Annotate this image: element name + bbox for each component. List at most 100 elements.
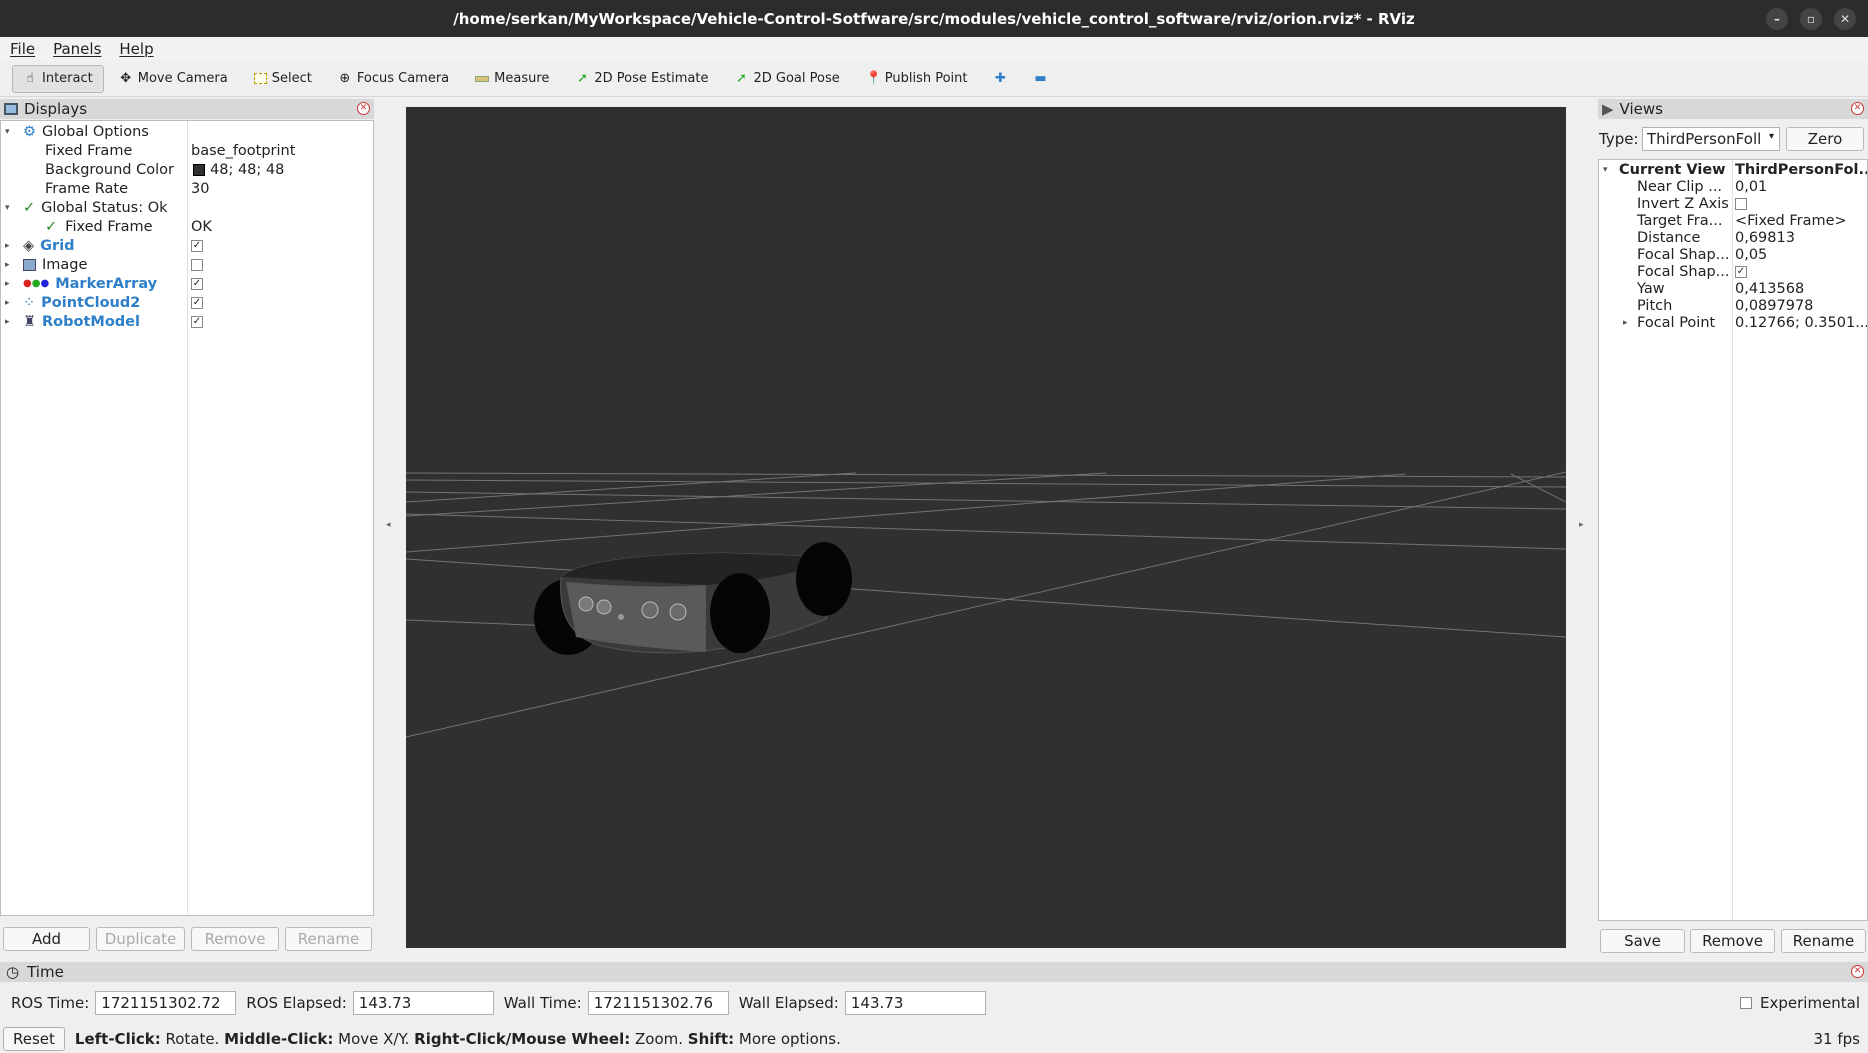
add-tool-button[interactable]: ✚ (982, 65, 1018, 93)
checkbox[interactable]: ✓ (191, 277, 203, 290)
ros-time-label: ROS Time: (11, 994, 90, 1012)
status-fixed-frame-row[interactable]: ✓ Fixed Frame (45, 217, 153, 236)
global-status-row[interactable]: ▾ ✓ Global Status: Ok (5, 198, 168, 217)
grid-checkbox[interactable]: ✓ (191, 236, 203, 255)
hint-text: Rotate. (160, 1030, 225, 1048)
focal-point-value[interactable]: 0.12766; 0.3501... (1735, 313, 1867, 332)
collapse-left-icon[interactable]: ◂ (386, 520, 391, 530)
checkbox[interactable] (1735, 197, 1747, 210)
map-pin-icon: 📍 (865, 70, 882, 86)
expand-arrow-icon[interactable]: ▾ (5, 203, 15, 213)
hint-key: Middle-Click: (224, 1030, 334, 1048)
dropdown-arrow-icon: ▾ (1768, 131, 1774, 142)
focus-icon: ⊕ (339, 70, 351, 86)
global-options-row[interactable]: ▾ ⚙ Global Options (5, 122, 149, 141)
rename-display-button[interactable]: Rename (285, 927, 372, 951)
toolbar: ☝ Interact ✥ Move Camera Select ⊕ Focus Cam… (0, 61, 1868, 97)
robotmodel-checkbox[interactable]: ✓ (191, 312, 203, 331)
point-cloud-icon: ⁘ (23, 294, 36, 311)
ros-elapsed-field[interactable]: 143.73 (352, 991, 494, 1015)
displays-title: Displays (24, 100, 88, 118)
publish-point-tool[interactable]: 📍 Publish Point (855, 65, 979, 93)
wall-elapsed-field[interactable]: 143.73 (844, 991, 986, 1015)
collapse-arrow-icon[interactable]: ▸ (5, 298, 15, 308)
status-fixed-frame-value: OK (191, 218, 212, 235)
add-button[interactable]: Add (3, 927, 90, 951)
collapse-arrow-icon[interactable]: ▸ (5, 279, 15, 289)
measure-tool[interactable]: Measure (464, 65, 560, 93)
display-item-image[interactable]: ▸ Image (5, 255, 87, 274)
3d-viewport[interactable] (406, 107, 1566, 948)
remove-display-button[interactable]: Remove (191, 927, 279, 951)
fixed-frame-value[interactable]: base_footprint (191, 141, 295, 160)
hint-text: Zoom. (630, 1030, 688, 1048)
robot-icon: ♜ (23, 313, 36, 330)
duplicate-button[interactable]: Duplicate (96, 927, 185, 951)
checkbox[interactable]: ✓ (191, 239, 203, 252)
close-panel-icon[interactable]: ✕ (1851, 965, 1864, 978)
close-icon[interactable]: ✕ (1834, 8, 1856, 30)
reset-button[interactable]: Reset (3, 1027, 65, 1051)
menu-help[interactable]: Help (119, 40, 153, 58)
menu-panels[interactable]: Panels (53, 40, 101, 58)
views-tree: ▾ Current View ThirdPersonFol... Near Cli… (1598, 159, 1868, 921)
plus-icon: ✚ (995, 70, 1006, 86)
close-panel-icon[interactable]: ✕ (1851, 102, 1864, 115)
collapse-arrow-icon[interactable]: ▸ (1623, 318, 1633, 328)
interact-tool[interactable]: ☝ Interact (12, 64, 104, 93)
restore-icon[interactable]: ▫ (1800, 8, 1822, 30)
collapse-arrow-icon[interactable]: ▸ (5, 317, 15, 327)
expand-arrow-icon[interactable]: ▾ (5, 127, 15, 137)
zero-button[interactable]: Zero (1786, 127, 1864, 151)
pointcloud2-checkbox[interactable]: ✓ (191, 293, 203, 312)
select-icon (253, 73, 267, 84)
marker-array-icon: ●●● (23, 278, 50, 289)
check-icon: ✓ (23, 199, 36, 216)
checkbox[interactable]: ✓ (191, 296, 203, 309)
rename-view-button[interactable]: Rename (1781, 929, 1866, 953)
experimental-toggle[interactable]: Experimental (1740, 994, 1860, 1012)
menu-file[interactable]: File (10, 40, 35, 58)
minimize-icon[interactable]: – (1766, 8, 1788, 30)
remove-view-button[interactable]: Remove (1690, 929, 1775, 953)
goal-pose-tool[interactable]: ➚ 2D Goal Pose (723, 65, 850, 93)
fixed-frame-row[interactable]: Fixed Frame (45, 141, 132, 160)
frame-rate-row[interactable]: Frame Rate (45, 179, 128, 198)
ros-time-field[interactable]: 1721151302.72 (95, 991, 237, 1015)
hint-text: Move X/Y. (333, 1030, 415, 1048)
hint-key: Left-Click: (74, 1030, 161, 1048)
focus-camera-tool[interactable]: ⊕ Focus Camera (327, 65, 460, 93)
checkbox[interactable]: ✓ (1735, 265, 1747, 278)
save-view-button[interactable]: Save (1600, 929, 1685, 953)
ros-elapsed-label: ROS Elapsed: (246, 994, 347, 1012)
window-title: /home/serkan/MyWorkspace/Vehicle-Control… (453, 9, 1415, 28)
view-type-select[interactable]: ThirdPersonFoll ▾ (1642, 127, 1780, 151)
image-checkbox[interactable] (191, 255, 203, 274)
focal-point-row[interactable]: ▸ Focal Point (1623, 313, 1715, 332)
remove-tool-button[interactable]: ▬ (1022, 65, 1058, 93)
display-item-pointcloud2[interactable]: ▸ ⁘ PointCloud2 (5, 293, 140, 312)
collapse-arrow-icon[interactable]: ▸ (5, 241, 15, 251)
wall-time-label: Wall Time: (503, 994, 582, 1012)
expand-arrow-icon[interactable]: ▾ (1603, 165, 1613, 175)
frame-rate-value[interactable]: 30 (191, 179, 209, 198)
move-camera-tool[interactable]: ✥ Move Camera (108, 65, 239, 93)
time-panel-header: ◷ Time ✕ (0, 962, 1868, 982)
collapse-right-icon[interactable]: ▸ (1579, 520, 1584, 530)
display-item-grid[interactable]: ▸ ◈ Grid (5, 236, 75, 255)
wall-time-field[interactable]: 1721151302.76 (587, 991, 729, 1015)
display-item-robotmodel[interactable]: ▸ ♜ RobotModel (5, 312, 140, 331)
checkbox[interactable] (191, 258, 203, 271)
grid-icon: ◈ (23, 237, 35, 254)
background-color-value[interactable]: 48; 48; 48 (193, 160, 284, 179)
pose-estimate-tool[interactable]: ➚ 2D Pose Estimate (564, 65, 719, 93)
collapse-arrow-icon[interactable]: ▸ (5, 260, 15, 270)
background-color-row[interactable]: Background Color (45, 160, 174, 179)
checkbox[interactable]: ✓ (191, 315, 203, 328)
display-item-markerarray[interactable]: ▸ ●●● MarkerArray (5, 274, 157, 293)
camera-icon: ▶ (1602, 100, 1614, 118)
close-panel-icon[interactable]: ✕ (357, 102, 370, 115)
select-tool[interactable]: Select (243, 65, 323, 93)
markerarray-checkbox[interactable]: ✓ (191, 274, 203, 293)
checkbox[interactable] (1740, 997, 1752, 1009)
